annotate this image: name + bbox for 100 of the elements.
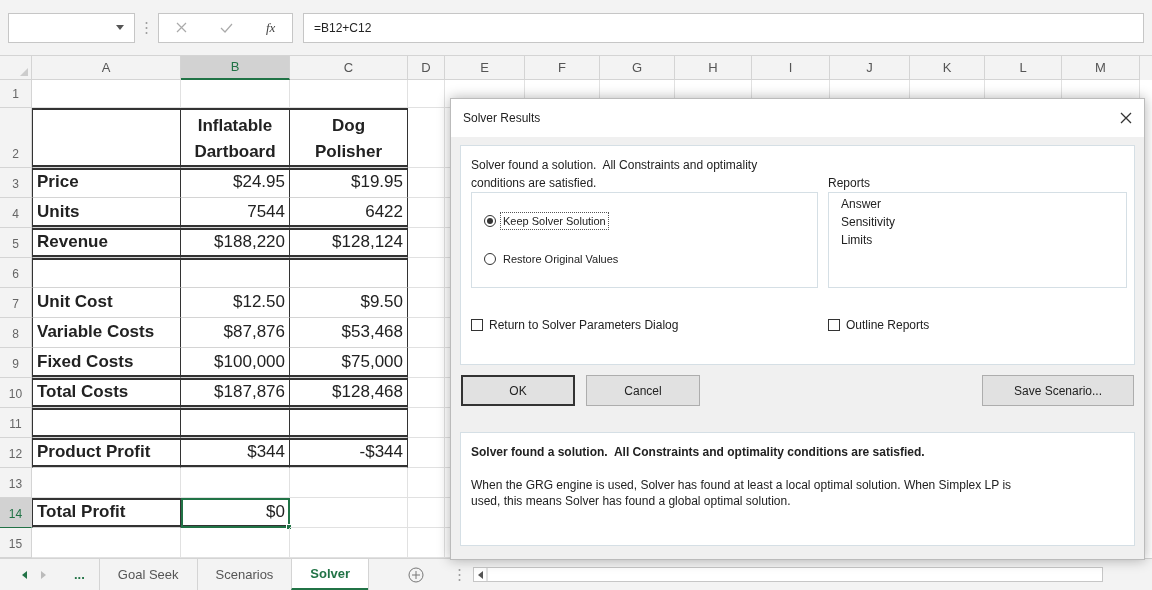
radio-button[interactable] — [484, 253, 496, 266]
row-number[interactable]: 1 — [12, 85, 19, 103]
radio-label[interactable]: Restore Original Values — [500, 250, 622, 269]
grid-cell[interactable]: $344 — [181, 438, 290, 468]
row-label: Fixed Costs — [37, 351, 134, 373]
grid-cell[interactable]: Fixed Costs — [32, 348, 181, 378]
column-header[interactable]: G — [631, 57, 643, 78]
scroll-left-icon[interactable] — [22, 570, 27, 579]
grid-cell[interactable] — [181, 408, 290, 438]
grid-cell[interactable]: $12.50 — [181, 288, 290, 318]
dialog-button[interactable]: Save Scenario... — [982, 375, 1134, 406]
grid-cell[interactable]: $188,220 — [181, 228, 290, 258]
cell-value: $87,876 — [223, 321, 285, 343]
radio-label[interactable]: Keep Solver Solution — [500, 211, 609, 230]
grid-cell[interactable] — [32, 258, 181, 288]
grid-cell[interactable]: -$344 — [290, 438, 408, 468]
row-number[interactable]: 7 — [12, 295, 19, 313]
grid-cell[interactable] — [32, 408, 181, 438]
grid-cell[interactable]: Total Profit — [32, 498, 181, 528]
more-sheets-button[interactable]: ... — [74, 564, 85, 585]
grid-cell[interactable]: $19.95 — [290, 168, 408, 198]
checkbox[interactable] — [828, 319, 840, 331]
row-label: Revenue — [37, 231, 108, 253]
column-header[interactable]: L — [1019, 57, 1027, 78]
cell-value: $24.95 — [233, 171, 285, 193]
close-icon[interactable] — [1120, 112, 1132, 124]
column-header[interactable]: F — [558, 57, 566, 78]
row-number[interactable]: 3 — [12, 175, 19, 193]
check-icon[interactable] — [219, 22, 233, 33]
column-header[interactable]: C — [343, 57, 354, 78]
grid-cell[interactable]: $187,876 — [181, 378, 290, 408]
grid-cell[interactable]: Product Profit — [32, 438, 181, 468]
grid-cell[interactable]: Total Costs — [32, 378, 181, 408]
grid-cell[interactable] — [290, 258, 408, 288]
row-number[interactable]: 5 — [12, 235, 19, 253]
cell-value: 7544 — [247, 201, 285, 223]
sheet-tab[interactable]: Solver — [291, 559, 369, 590]
add-sheet-icon[interactable] — [408, 566, 425, 583]
column-header[interactable]: B — [230, 57, 240, 77]
sheet-tab[interactable]: Goal Seek — [98, 559, 197, 590]
scroll-right-icon[interactable] — [41, 570, 46, 579]
horizontal-scrollbar[interactable] — [473, 567, 1104, 582]
column-header[interactable]: K — [942, 57, 952, 78]
grid-cell[interactable]: $24.95 — [181, 168, 290, 198]
grid-cell[interactable]: Variable Costs — [32, 318, 181, 348]
cell-value: $0 — [266, 501, 285, 523]
grid-cell[interactable]: Units — [32, 198, 181, 228]
row-number[interactable]: 4 — [12, 205, 19, 223]
grid-cell[interactable]: 6422 — [290, 198, 408, 228]
row-number[interactable]: 9 — [12, 355, 19, 373]
column-header[interactable]: J — [866, 57, 873, 78]
report-option[interactable]: Limits — [841, 231, 1126, 249]
grid-cell[interactable]: Price — [32, 168, 181, 198]
name-box[interactable] — [8, 12, 135, 43]
column-header[interactable]: H — [708, 57, 718, 78]
checkbox[interactable] — [471, 319, 483, 331]
column-header[interactable]: D — [421, 57, 431, 78]
grid-cell[interactable]: $128,468 — [290, 378, 408, 408]
formula-field[interactable]: =B12+C12 — [303, 12, 1144, 43]
grid-cell[interactable]: $75,000 — [290, 348, 408, 378]
row-number[interactable]: 8 — [12, 325, 19, 343]
fill-handle[interactable] — [286, 524, 292, 530]
reports-list[interactable]: Answer Sensitivity Limits — [828, 192, 1127, 288]
grid-cell[interactable]: Inflatable Dartboard — [181, 108, 290, 168]
grid-cell[interactable]: Unit Cost — [32, 288, 181, 318]
cancel-icon[interactable] — [175, 22, 187, 33]
row-label: Unit Cost — [37, 291, 113, 313]
report-option[interactable]: Answer — [841, 195, 1126, 213]
column-heading: Inflatable Dartboard — [194, 115, 276, 163]
grid-cell[interactable]: $100,000 — [181, 348, 290, 378]
grid-cell[interactable]: $87,876 — [181, 318, 290, 348]
select-all-icon[interactable] — [20, 68, 28, 76]
grid-cell[interactable]: 7544 — [181, 198, 290, 228]
cell-value: $187,876 — [214, 381, 285, 403]
dropdown-caret-icon — [116, 25, 124, 30]
result-message: Solver found a solution. All Constraints and optimality conditions are satisfied. — [471, 157, 759, 192]
cell-value: $75,000 — [341, 351, 403, 373]
row-number[interactable]: 2 — [12, 145, 19, 163]
dialog-button[interactable]: OK — [461, 375, 575, 406]
column-header[interactable]: E — [480, 57, 489, 78]
grip-icon — [145, 20, 148, 35]
checkbox-label[interactable]: Outline Reports — [846, 316, 930, 334]
grid-cell[interactable] — [32, 108, 181, 168]
column-header[interactable]: A — [101, 57, 111, 78]
insert-function-button[interactable]: fx — [266, 17, 276, 38]
column-header[interactable]: I — [788, 57, 793, 78]
grid-cell[interactable]: $53,468 — [290, 318, 408, 348]
dialog-button[interactable]: Cancel — [586, 375, 700, 406]
grid-cell[interactable]: Dog Polisher — [290, 108, 408, 168]
grid-cell[interactable]: $9.50 — [290, 288, 408, 318]
grid-cell[interactable]: Revenue — [32, 228, 181, 258]
checkbox-label[interactable]: Return to Solver Parameters Dialog — [489, 316, 679, 334]
grid-cell[interactable]: $128,124 — [290, 228, 408, 258]
radio-button[interactable] — [484, 214, 496, 227]
column-header[interactable]: M — [1095, 57, 1106, 78]
row-number[interactable]: 6 — [12, 265, 19, 283]
grid-cell[interactable] — [290, 408, 408, 438]
grid-cell[interactable]: $0 — [181, 498, 290, 528]
report-option[interactable]: Sensitivity — [841, 213, 1126, 231]
grid-cell[interactable] — [181, 258, 290, 288]
